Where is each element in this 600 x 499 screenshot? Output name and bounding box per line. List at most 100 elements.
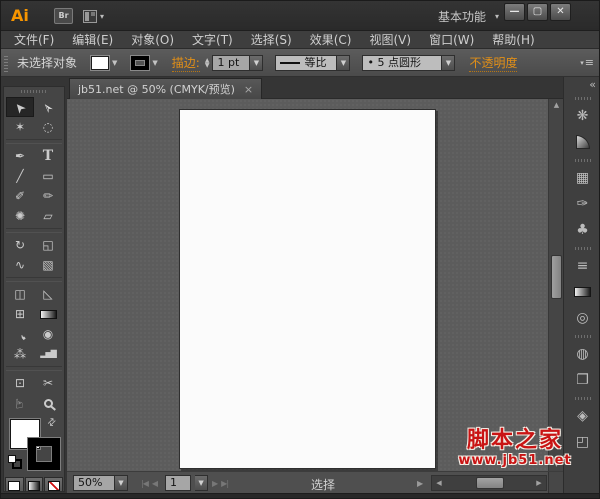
default-fill-stroke-icon[interactable]: [8, 455, 22, 469]
workspace-switcher[interactable]: 基本功能 ▾: [438, 8, 499, 25]
slice-tool[interactable]: ✂: [34, 373, 62, 393]
stroke-width-stepper[interactable]: ▲ ▼: [205, 57, 210, 68]
dock-group-handle[interactable]: [564, 393, 600, 403]
toolbar-separator[interactable]: [6, 366, 62, 371]
dock-group-handle[interactable]: [564, 243, 600, 253]
minimize-button[interactable]: —: [504, 3, 525, 21]
width-profile-select[interactable]: 等比: [275, 54, 338, 71]
status-flyout-icon[interactable]: ▶: [417, 479, 423, 488]
color-guide-icon[interactable]: [564, 129, 600, 155]
scroll-right-icon[interactable]: ▶: [532, 476, 546, 490]
pencil-tool[interactable]: ✏: [34, 186, 62, 206]
menu-item[interactable]: 文字(T): [183, 31, 242, 49]
gradient-tool[interactable]: [34, 304, 62, 324]
appearance-panel-icon[interactable]: ◍: [564, 341, 600, 367]
zoom-dropdown-button[interactable]: ▼: [115, 475, 128, 491]
fill-color-dropdown[interactable]: ▼: [91, 55, 117, 70]
menu-item[interactable]: 帮助(H): [483, 31, 543, 49]
menu-item[interactable]: 窗口(W): [420, 31, 483, 49]
artboards-panel-icon[interactable]: ◰: [564, 429, 600, 455]
eraser-tool[interactable]: ▱: [34, 206, 62, 226]
last-artboard-button[interactable]: ▶|: [221, 479, 229, 488]
mesh-tool[interactable]: ⊞: [6, 304, 34, 324]
scale-tool[interactable]: ◱: [34, 235, 62, 255]
stroke-width-input[interactable]: 1 pt: [212, 54, 251, 71]
symbol-sprayer-tool[interactable]: ⁂: [6, 344, 34, 364]
symbols-panel-icon[interactable]: ♣: [564, 217, 600, 243]
brush-select[interactable]: • 5 点圆形: [362, 54, 443, 71]
eyedropper-tool[interactable]: ❜: [6, 324, 34, 344]
panel-drag-handle-icon[interactable]: [4, 53, 8, 72]
column-graph-tool[interactable]: ▂▅▇: [34, 344, 62, 364]
horizontal-scrollbar-thumb[interactable]: [476, 477, 504, 489]
perspective-grid-tool[interactable]: ◺: [34, 284, 62, 304]
stroke-color-dropdown[interactable]: ▼: [131, 55, 158, 70]
zoom-tool[interactable]: [34, 393, 62, 413]
menu-item[interactable]: 视图(V): [360, 31, 420, 49]
canvas-pasteboard[interactable]: [67, 99, 548, 471]
expand-panels-icon[interactable]: «: [564, 77, 599, 93]
rotate-tool[interactable]: ↻: [6, 235, 34, 255]
next-artboard-button[interactable]: ▶: [212, 479, 218, 488]
dock-group-handle[interactable]: [564, 155, 600, 165]
graphic-styles-panel-icon[interactable]: ❐: [564, 367, 600, 393]
rectangle-tool[interactable]: ▭: [34, 166, 62, 186]
artboard-dropdown-button[interactable]: ▼: [195, 475, 209, 491]
scroll-up-icon[interactable]: ▲: [549, 99, 564, 112]
maximize-button[interactable]: ▢: [527, 3, 548, 21]
artboard[interactable]: [179, 109, 436, 469]
vertical-scrollbar-thumb[interactable]: [551, 255, 562, 299]
bridge-icon[interactable]: Br: [54, 8, 73, 24]
lasso-tool[interactable]: ◌: [34, 117, 62, 137]
hand-tool[interactable]: ☞: [6, 393, 34, 413]
selection-tool[interactable]: ➤: [6, 97, 34, 117]
type-tool[interactable]: T: [34, 146, 62, 166]
gradient-button[interactable]: [24, 477, 44, 491]
transparency-panel-icon[interactable]: ◎: [564, 305, 600, 331]
line-segment-tool[interactable]: ╱: [6, 166, 34, 186]
width-profile-dropdown-button[interactable]: ▼: [337, 54, 351, 71]
stepper-down-icon[interactable]: ▼: [205, 62, 210, 68]
brush-dropdown-button[interactable]: ▼: [442, 54, 456, 71]
menu-item[interactable]: 效果(C): [301, 31, 361, 49]
paintbrush-tool[interactable]: ✐: [6, 186, 34, 206]
swatches-panel-icon[interactable]: ▦: [564, 165, 600, 191]
menu-item[interactable]: 编辑(E): [63, 31, 122, 49]
close-button[interactable]: ✕: [550, 3, 571, 21]
arrange-documents-button[interactable]: ▾: [83, 8, 113, 24]
toolbar-separator[interactable]: [6, 139, 62, 144]
toolbar-separator[interactable]: [6, 228, 62, 233]
pen-tool[interactable]: ✒: [6, 146, 34, 166]
horizontal-scrollbar[interactable]: ◀ ▶: [431, 475, 547, 491]
opacity-panel-link[interactable]: 不透明度: [469, 54, 518, 72]
first-artboard-button[interactable]: |◀: [141, 479, 149, 488]
blend-tool[interactable]: ◉: [34, 324, 62, 344]
stroke-panel-icon[interactable]: ≡: [564, 253, 600, 279]
toolbar-separator[interactable]: [6, 277, 62, 282]
color-panel-icon[interactable]: ❋: [564, 103, 600, 129]
free-transform-tool[interactable]: ▧: [34, 255, 62, 275]
menu-item[interactable]: 对象(O): [122, 31, 183, 49]
vertical-scrollbar[interactable]: ▲ ▼: [548, 99, 563, 471]
shape-builder-tool[interactable]: ◫: [6, 284, 34, 304]
menu-item[interactable]: 文件(F): [5, 31, 63, 49]
width-tool[interactable]: ∿: [6, 255, 34, 275]
none-button[interactable]: [44, 477, 64, 491]
stroke-color-box[interactable]: [28, 438, 60, 470]
artboard-number-input[interactable]: 1: [165, 475, 192, 491]
magic-wand-tool[interactable]: ✶: [6, 117, 34, 137]
artboard-tool[interactable]: ⊡: [6, 373, 34, 393]
previous-artboard-button[interactable]: ◀: [152, 479, 158, 488]
swap-fill-stroke-icon[interactable]: ⇄: [45, 416, 59, 430]
document-tab[interactable]: jb51.net @ 50% (CMYK/预览) ×: [69, 78, 263, 99]
scroll-left-icon[interactable]: ◀: [432, 476, 446, 490]
control-panel-menu-icon[interactable]: ▾ ≡: [580, 56, 594, 69]
dock-group-handle[interactable]: [564, 331, 600, 341]
direct-selection-tool[interactable]: ➢: [34, 97, 62, 117]
close-icon[interactable]: ×: [244, 84, 253, 95]
zoom-level-input[interactable]: 50%: [73, 475, 115, 491]
dock-group-handle[interactable]: [564, 93, 600, 103]
blob-brush-tool[interactable]: ✺: [6, 206, 34, 226]
gradient-panel-icon[interactable]: [564, 279, 600, 305]
stroke-panel-link[interactable]: 描边:: [171, 54, 200, 72]
